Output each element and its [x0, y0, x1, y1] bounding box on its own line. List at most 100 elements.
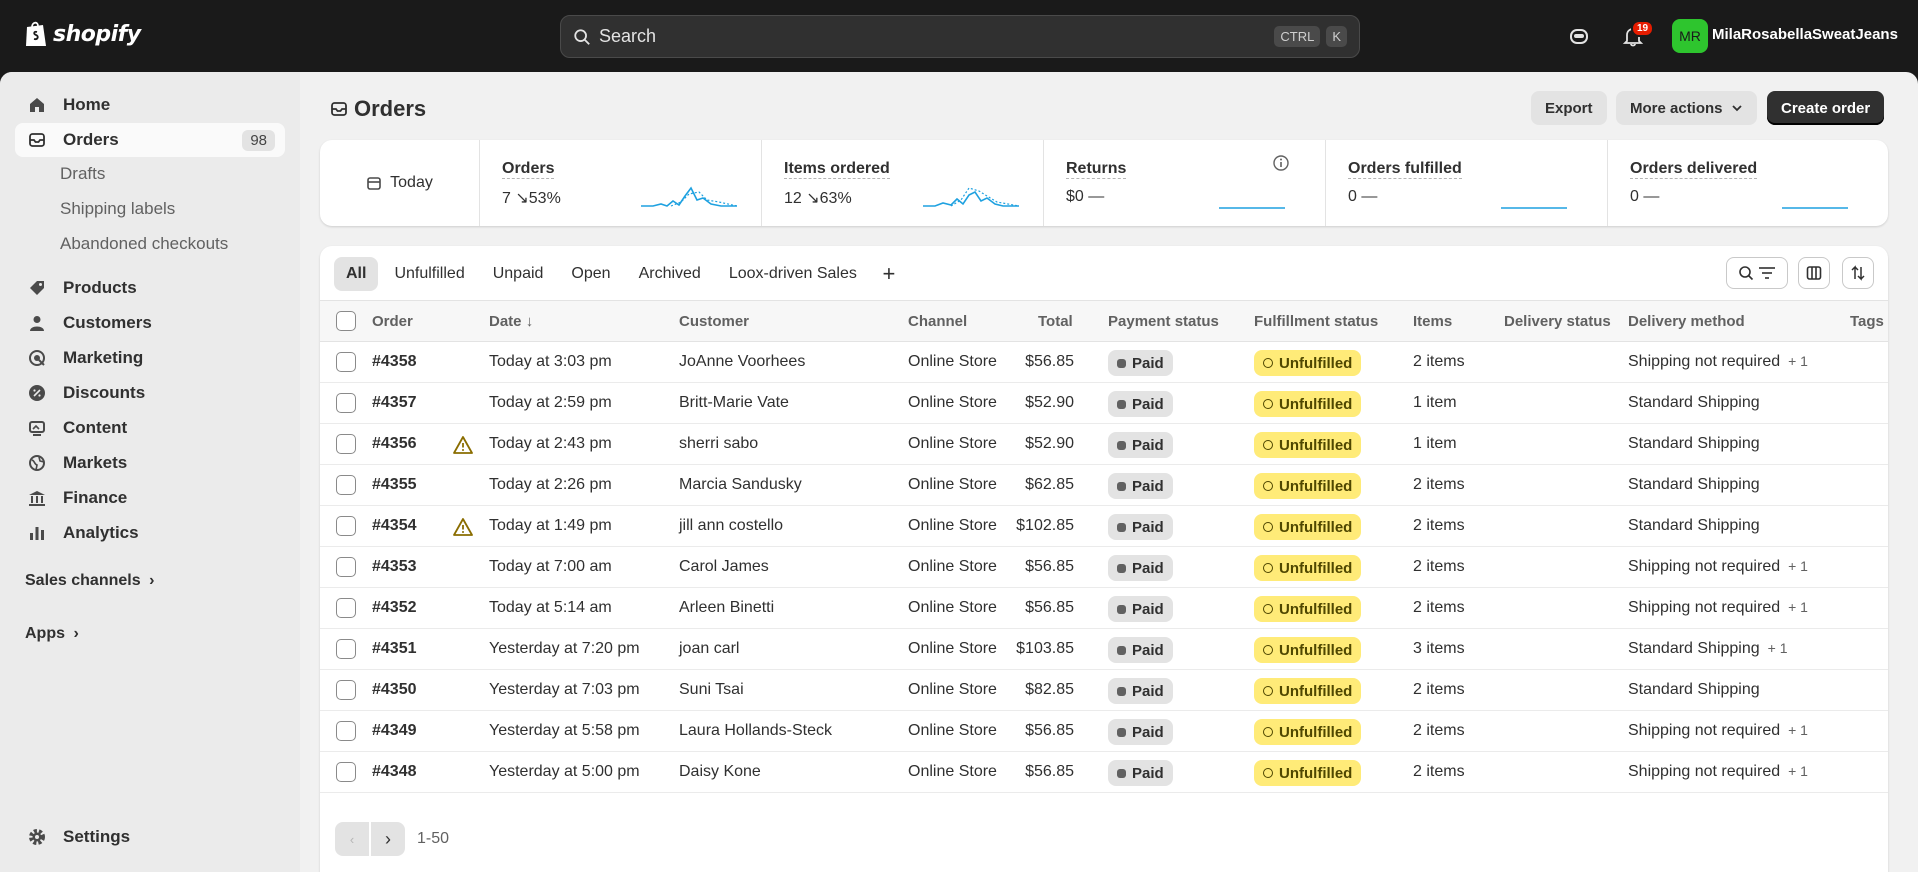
- create-order-button[interactable]: Create order: [1767, 91, 1885, 125]
- order-number[interactable]: #4348: [372, 763, 417, 781]
- column-fulfillment-status[interactable]: Fulfillment status: [1254, 313, 1378, 330]
- column-payment-status[interactable]: Payment status: [1108, 313, 1219, 330]
- more-actions-button[interactable]: More actions: [1616, 91, 1757, 125]
- row-checkbox[interactable]: [336, 557, 356, 577]
- tab-all[interactable]: All: [334, 257, 379, 291]
- order-number[interactable]: #4350: [372, 681, 417, 699]
- order-items[interactable]: 2 items: [1413, 599, 1465, 617]
- sales-channels-link[interactable]: Sales channels ›: [25, 572, 154, 590]
- order-number[interactable]: #4356: [372, 435, 417, 453]
- warning-icon[interactable]: [453, 517, 473, 537]
- sidebar-item-finance[interactable]: Finance: [15, 481, 285, 515]
- row-checkbox[interactable]: [336, 352, 356, 372]
- sidebar-item-content[interactable]: Content: [15, 411, 285, 445]
- order-number[interactable]: #4354: [372, 517, 417, 535]
- sidebar-item-marketing[interactable]: Marketing: [15, 341, 285, 375]
- table-row[interactable]: #4358 Today at 3:03 pm JoAnne Voorhees Onli…: [320, 342, 1888, 383]
- date-range-picker[interactable]: Today: [320, 140, 480, 226]
- sidebar-item-settings[interactable]: Settings: [15, 820, 285, 854]
- column-channel[interactable]: Channel: [908, 313, 967, 330]
- export-button[interactable]: Export: [1531, 91, 1607, 125]
- order-items[interactable]: 2 items: [1413, 763, 1465, 781]
- row-checkbox[interactable]: [336, 680, 356, 700]
- column-total[interactable]: Total: [1038, 313, 1073, 330]
- table-row[interactable]: #4348 Yesterday at 5:00 pm Daisy Kone Onlin…: [320, 752, 1888, 793]
- sidebar-item-analytics[interactable]: Analytics: [15, 516, 285, 550]
- order-number[interactable]: #4352: [372, 599, 417, 617]
- search-input[interactable]: Search CTRL K: [560, 15, 1360, 58]
- column-delivery-method[interactable]: Delivery method: [1628, 313, 1745, 330]
- order-items[interactable]: 1 item: [1413, 394, 1457, 412]
- table-row[interactable]: #4354 Today at 1:49 pm jill ann costello On…: [320, 506, 1888, 547]
- delivery-method-extra[interactable]: + 1: [1788, 353, 1808, 369]
- order-items[interactable]: 2 items: [1413, 681, 1465, 699]
- stat-orders[interactable]: Orders 7 ↘53%: [480, 140, 762, 226]
- row-checkbox[interactable]: [336, 721, 356, 741]
- row-checkbox[interactable]: [336, 639, 356, 659]
- tab-loox-driven-sales[interactable]: Loox-driven Sales: [717, 257, 869, 291]
- select-all-checkbox[interactable]: [336, 311, 356, 331]
- sidebar-item-orders[interactable]: Orders 98: [15, 123, 285, 157]
- row-checkbox[interactable]: [336, 393, 356, 413]
- shopify-logo[interactable]: shopify: [24, 20, 141, 48]
- warning-icon[interactable]: [453, 435, 473, 455]
- delivery-method-extra[interactable]: + 1: [1788, 722, 1808, 738]
- order-items[interactable]: 1 item: [1413, 435, 1457, 453]
- order-items[interactable]: 2 items: [1413, 558, 1465, 576]
- table-row[interactable]: #4353 Today at 7:00 am Carol James Online S…: [320, 547, 1888, 588]
- delivery-method-extra[interactable]: + 1: [1788, 763, 1808, 779]
- sidebar-item-shipping-labels[interactable]: Shipping labels: [60, 199, 175, 219]
- search-filter-button[interactable]: [1726, 257, 1788, 289]
- sort-button[interactable]: [1842, 257, 1874, 289]
- stat-orders-delivered[interactable]: Orders delivered 0 —: [1608, 140, 1888, 226]
- delivery-method-extra[interactable]: + 1: [1788, 599, 1808, 615]
- table-row[interactable]: #4355 Today at 2:26 pm Marcia Sandusky Onli…: [320, 465, 1888, 506]
- column-customer[interactable]: Customer: [679, 313, 749, 330]
- column-order[interactable]: Order: [372, 313, 413, 330]
- table-row[interactable]: #4352 Today at 5:14 am Arleen Binetti Onlin…: [320, 588, 1888, 629]
- order-items[interactable]: 3 items: [1413, 640, 1465, 658]
- delivery-method-extra[interactable]: + 1: [1788, 558, 1808, 574]
- row-checkbox[interactable]: [336, 516, 356, 536]
- row-checkbox[interactable]: [336, 475, 356, 495]
- sidekick-button[interactable]: [1565, 22, 1593, 50]
- sidebar-item-products[interactable]: Products: [15, 271, 285, 305]
- order-number[interactable]: #4355: [372, 476, 417, 494]
- stat-items-ordered[interactable]: Items ordered 12 ↘63%: [762, 140, 1044, 226]
- row-checkbox[interactable]: [336, 434, 356, 454]
- tab-unpaid[interactable]: Unpaid: [481, 257, 556, 291]
- order-items[interactable]: 2 items: [1413, 353, 1465, 371]
- tab-archived[interactable]: Archived: [627, 257, 713, 291]
- avatar[interactable]: MR: [1672, 19, 1708, 53]
- info-icon[interactable]: [1272, 154, 1290, 172]
- row-checkbox[interactable]: [336, 762, 356, 782]
- tab-unfulfilled[interactable]: Unfulfilled: [382, 257, 476, 291]
- stat-orders-fulfilled[interactable]: Orders fulfilled 0 —: [1326, 140, 1608, 226]
- apps-link[interactable]: Apps ›: [25, 625, 79, 643]
- column-tags[interactable]: Tags: [1850, 313, 1884, 330]
- sidebar-item-abandoned-checkouts[interactable]: Abandoned checkouts: [60, 234, 228, 254]
- row-checkbox[interactable]: [336, 598, 356, 618]
- order-items[interactable]: 2 items: [1413, 722, 1465, 740]
- sidebar-item-drafts[interactable]: Drafts: [60, 164, 105, 184]
- store-name[interactable]: MilaRosabellaSweatJeans: [1712, 26, 1898, 43]
- next-page-button[interactable]: ›: [371, 822, 405, 856]
- order-items[interactable]: 2 items: [1413, 517, 1465, 535]
- order-items[interactable]: 2 items: [1413, 476, 1465, 494]
- order-number[interactable]: #4358: [372, 353, 417, 371]
- order-number[interactable]: #4353: [372, 558, 417, 576]
- columns-button[interactable]: [1798, 257, 1830, 289]
- tab-open[interactable]: Open: [559, 257, 622, 291]
- order-number[interactable]: #4349: [372, 722, 417, 740]
- previous-page-button[interactable]: ‹: [335, 822, 369, 856]
- table-row[interactable]: #4350 Yesterday at 7:03 pm Suni Tsai Online…: [320, 670, 1888, 711]
- column-items[interactable]: Items: [1413, 313, 1452, 330]
- column-delivery-status[interactable]: Delivery status: [1504, 313, 1611, 330]
- delivery-method-extra[interactable]: + 1: [1768, 640, 1788, 656]
- order-number[interactable]: #4357: [372, 394, 417, 412]
- sidebar-item-customers[interactable]: Customers: [15, 306, 285, 340]
- table-row[interactable]: #4356 Today at 2:43 pm sherri sabo Online S…: [320, 424, 1888, 465]
- table-row[interactable]: #4351 Yesterday at 7:20 pm joan carl Online…: [320, 629, 1888, 670]
- stat-returns[interactable]: Returns $0 —: [1044, 140, 1326, 226]
- sidebar-item-home[interactable]: Home: [15, 88, 285, 122]
